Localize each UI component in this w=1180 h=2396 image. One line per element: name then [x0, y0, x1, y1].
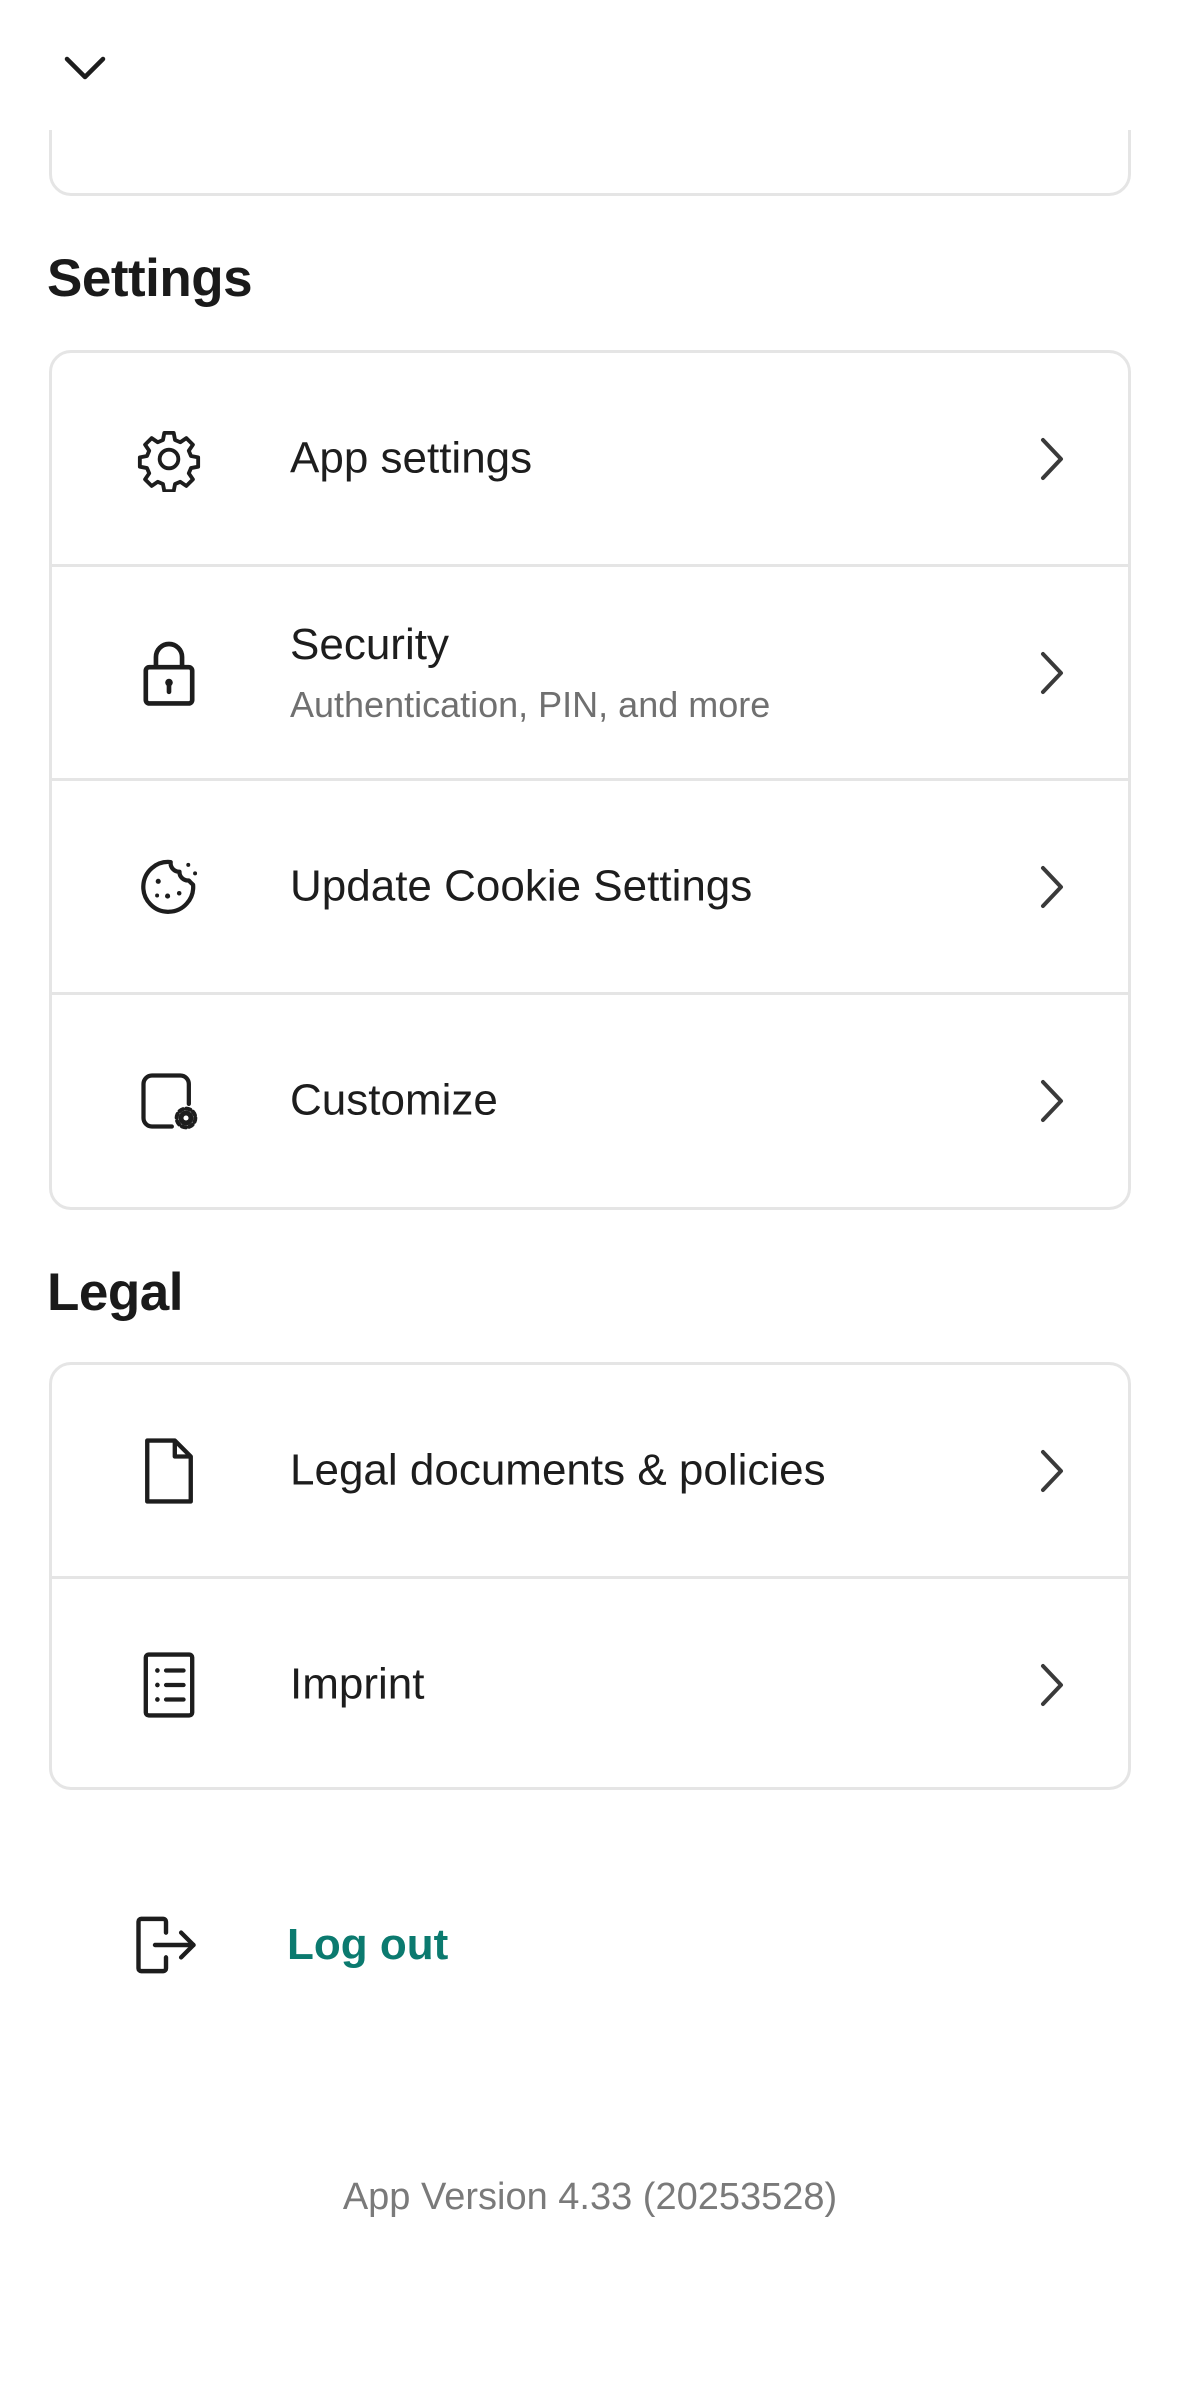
- top-bar: [0, 0, 1180, 130]
- app-version-text: App Version 4.33 (20253528): [342, 2176, 838, 2218]
- logout-button[interactable]: Log out: [49, 1870, 1131, 2020]
- lock-icon: [134, 638, 204, 708]
- legal-item-documents-policies[interactable]: Legal documents & policies: [52, 1365, 1128, 1579]
- chevron-right-icon: [1032, 648, 1072, 698]
- settings-item-label: Update Cookie Settings: [290, 861, 753, 911]
- legal-item-imprint[interactable]: Imprint: [52, 1579, 1128, 1787]
- settings-item-sublabel: Authentication, PIN, and more: [290, 684, 771, 726]
- chevron-right-icon: [1032, 1076, 1072, 1126]
- chevron-right-icon: [1032, 434, 1072, 484]
- legal-card: Legal documents & policies Imprint: [49, 1362, 1131, 1790]
- settings-item-customize[interactable]: Customize: [52, 995, 1128, 1206]
- settings-section-title: Settings: [47, 249, 253, 308]
- chevron-down-icon: [63, 54, 107, 82]
- legal-item-label: Legal documents & policies: [290, 1445, 826, 1495]
- collapse-button[interactable]: [50, 36, 120, 100]
- chevron-right-icon: [1032, 862, 1072, 912]
- settings-item-cookie-settings[interactable]: Update Cookie Settings: [52, 781, 1128, 995]
- document-icon: [134, 1436, 204, 1506]
- list-document-icon: [134, 1650, 204, 1720]
- chevron-right-icon: [1032, 1660, 1072, 1710]
- chevron-right-icon: [1032, 1446, 1072, 1496]
- gear-icon: [134, 424, 204, 494]
- settings-item-label: Customize: [290, 1075, 498, 1125]
- legal-section-title: Legal: [47, 1263, 183, 1322]
- settings-card: App settings Security Authentication, PI…: [49, 350, 1131, 1210]
- settings-item-app-settings[interactable]: App settings: [52, 353, 1128, 567]
- logout-icon: [131, 1910, 201, 1980]
- settings-item-security[interactable]: Security Authentication, PIN, and more: [52, 567, 1128, 781]
- settings-item-label: App settings: [290, 433, 533, 483]
- legal-item-label: Imprint: [290, 1659, 425, 1709]
- logout-label: Log out: [287, 1920, 449, 1969]
- customize-icon: [134, 1066, 204, 1136]
- settings-item-label: Security: [290, 619, 449, 669]
- cookie-icon: [134, 852, 204, 922]
